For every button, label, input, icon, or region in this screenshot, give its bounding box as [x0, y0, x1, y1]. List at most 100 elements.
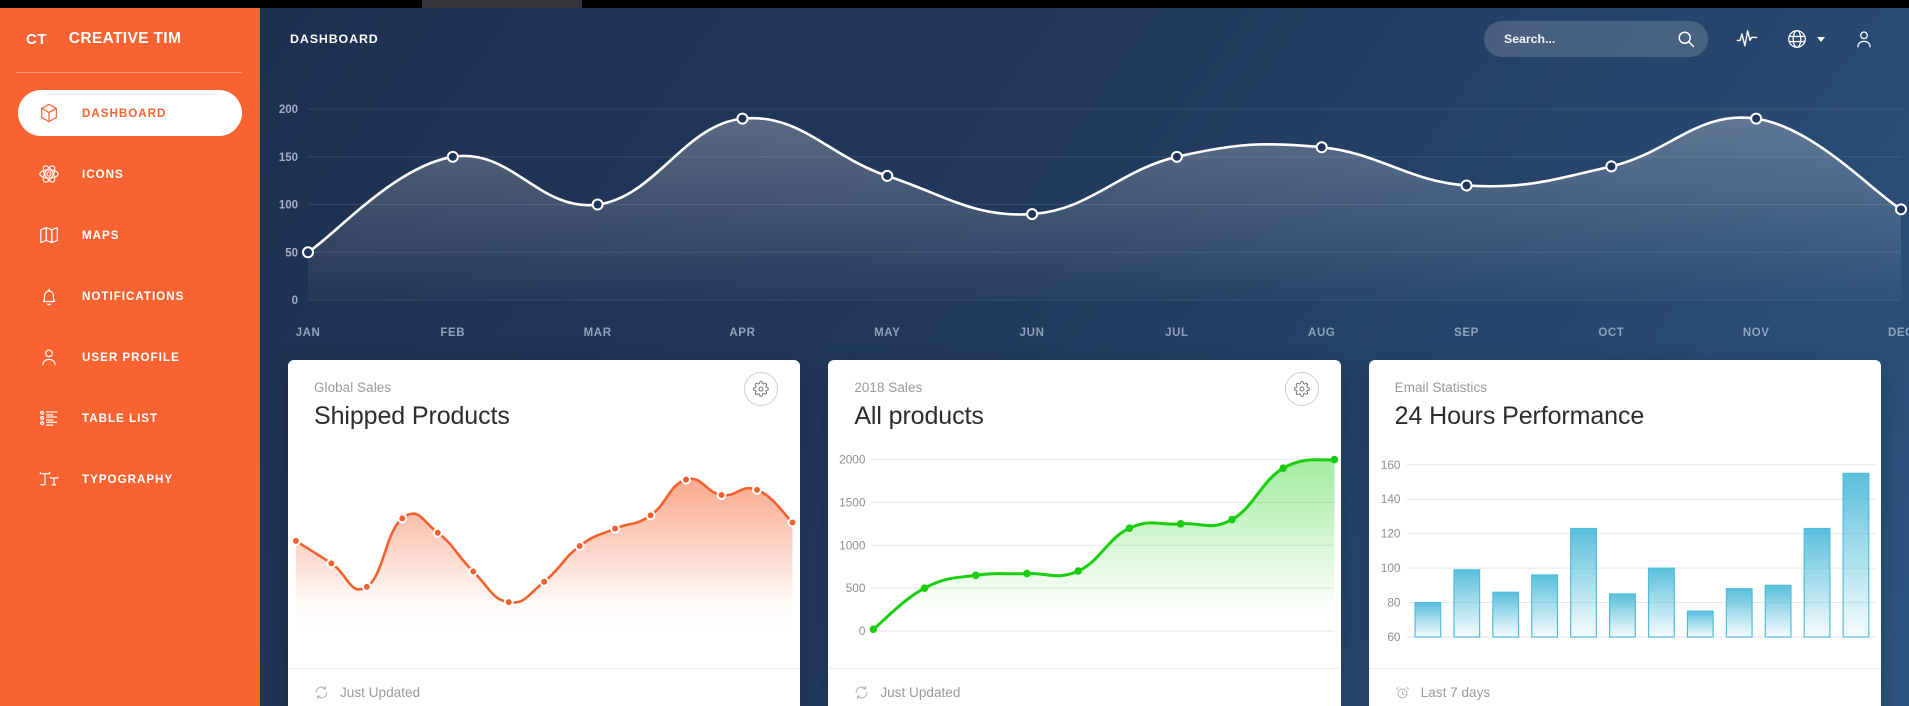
search-box[interactable] — [1484, 21, 1708, 57]
card-all-products: 2018 Sales All products 0 500 1000 1500 2000 — [828, 360, 1341, 706]
card-eyebrow: Email Statistics — [1394, 380, 1488, 395]
sidebar-item-notifications[interactable]: NOTIFICATIONS — [18, 273, 242, 319]
sidebar-label-typography: TYPOGRAPHY — [82, 472, 174, 486]
account-user-icon[interactable] — [1853, 28, 1875, 50]
all-products-chart[interactable]: 0 500 1000 1500 2000 — [828, 441, 1340, 649]
search-input[interactable] — [1504, 32, 1669, 46]
main-panel: DASHBOARD Search... 0 50 100 150 200 JAN… — [260, 8, 1909, 706]
svg-text:50: 50 — [285, 247, 298, 259]
sidebar-label-maps: MAPS — [82, 228, 120, 242]
svg-text:AUG: AUG — [1308, 327, 1335, 339]
svg-text:500: 500 — [846, 581, 866, 595]
svg-text:JUN: JUN — [1020, 327, 1045, 339]
map-icon — [38, 224, 60, 246]
svg-text:SEP: SEP — [1454, 327, 1479, 339]
brand-mark: CT — [26, 30, 47, 48]
app-root: CT CREATIVE TIM DASHBOARD ICONS MAPS NOT… — [0, 0, 1909, 706]
card-title: 24 Hours Performance — [1394, 402, 1645, 430]
line-chart-svg: 0 500 1000 1500 2000 — [839, 452, 1339, 638]
gear-icon[interactable] — [1284, 372, 1319, 406]
gear-icon[interactable] — [744, 372, 779, 406]
refresh-icon — [314, 685, 329, 700]
svg-text:MAY: MAY — [874, 327, 900, 339]
search-icon[interactable] — [1675, 28, 1697, 50]
cards-row: Global Sales Shipped Products Just Updat… — [260, 360, 1909, 706]
atom-icon — [38, 163, 60, 185]
browser-tab[interactable] — [422, 0, 582, 8]
card-24h-performance: Email Statistics 24 Hours Performance 60… — [1368, 360, 1881, 706]
typography-icon — [38, 468, 60, 490]
card-title: Shipped Products — [314, 402, 510, 430]
hero-chart-svg: 0 50 100 150 200 JAN FEB MAR APR MAY JUN JUL AUG SEP O… — [279, 104, 1909, 339]
svg-text:160: 160 — [1380, 458, 1400, 472]
chevron-down-icon[interactable] — [1817, 36, 1825, 42]
24h-performance-chart[interactable]: 60 80 100 120 140 160 — [1369, 441, 1881, 649]
top-navbar: DASHBOARD — [260, 8, 1909, 70]
card-footer-text: Last 7 days — [1420, 685, 1491, 700]
sidebar-label-table-list: TABLE LIST — [82, 411, 159, 425]
svg-text:80: 80 — [1387, 595, 1401, 609]
bell-icon — [38, 285, 60, 307]
sidebar-label-notifications: NOTIFICATIONS — [82, 289, 185, 303]
card-header: Email Statistics 24 Hours Performance — [1369, 360, 1881, 431]
svg-text:140: 140 — [1380, 492, 1400, 506]
svg-text:100: 100 — [1380, 561, 1400, 575]
card-header: 2018 Sales All products — [828, 360, 1340, 431]
sidebar-label-icons: ICONS — [82, 167, 124, 181]
svg-text:100: 100 — [279, 200, 298, 212]
sidebar-item-dashboard[interactable]: DASHBOARD — [18, 90, 242, 136]
sidebar-item-icons[interactable]: ICONS — [18, 151, 242, 197]
sidebar-item-table-list[interactable]: TABLE LIST — [18, 395, 242, 441]
svg-text:150: 150 — [279, 152, 298, 164]
shipped-products-chart[interactable] — [288, 441, 800, 649]
user-icon — [38, 346, 60, 368]
sidebar-label-user-profile: USER PROFILE — [82, 350, 180, 364]
card-footer-text: Just Updated — [880, 685, 961, 700]
svg-text:APR: APR — [729, 327, 755, 339]
brand-name: CREATIVE TIM — [68, 30, 182, 47]
bar-chart-svg: 60 80 100 120 140 160 — [1380, 458, 1876, 644]
hero-chart[interactable]: 0 50 100 150 200 JAN FEB MAR APR MAY JUN JUL AUG SEP O… — [260, 70, 1909, 360]
sidebar-nav: DASHBOARD ICONS MAPS NOTIFICATIONS USER … — [0, 90, 260, 502]
svg-text:0: 0 — [859, 624, 866, 638]
page-title: DASHBOARD — [290, 32, 379, 46]
svg-text:1000: 1000 — [839, 538, 866, 552]
sidebar-item-typography[interactable]: TYPOGRAPHY — [18, 456, 242, 502]
card-title: All products — [854, 402, 984, 430]
navbar-actions — [1484, 8, 1875, 70]
line-chart-svg — [290, 474, 798, 643]
cube-icon — [38, 102, 60, 124]
svg-text:1500: 1500 — [839, 495, 866, 509]
svg-text:JAN: JAN — [296, 327, 321, 339]
card-footer: Just Updated — [288, 668, 801, 706]
card-footer: Just Updated — [828, 668, 1341, 706]
card-eyebrow: Global Sales — [314, 380, 392, 395]
svg-text:60: 60 — [1387, 630, 1401, 644]
sidebar-label-dashboard: DASHBOARD — [82, 106, 167, 120]
card-footer-text: Just Updated — [340, 685, 421, 700]
svg-text:NOV: NOV — [1743, 327, 1770, 339]
svg-text:120: 120 — [1380, 527, 1400, 541]
svg-text:200: 200 — [279, 104, 298, 116]
svg-text:DEC: DEC — [1888, 327, 1909, 339]
card-shipped-products: Global Sales Shipped Products Just Updat… — [288, 360, 801, 706]
svg-text:2000: 2000 — [839, 452, 866, 466]
svg-text:FEB: FEB — [440, 327, 465, 339]
card-eyebrow: 2018 Sales — [854, 380, 923, 395]
brand-divider — [16, 72, 242, 73]
browser-chrome-strip — [0, 0, 1909, 8]
alarm-clock-icon — [1395, 685, 1410, 700]
svg-text:OCT: OCT — [1598, 327, 1624, 339]
svg-text:0: 0 — [292, 295, 298, 307]
sidebar-item-maps[interactable]: MAPS — [18, 212, 242, 258]
activity-pulse-icon[interactable] — [1736, 28, 1758, 50]
sidebar: CT CREATIVE TIM DASHBOARD ICONS MAPS NOT… — [0, 8, 260, 706]
card-header: Global Sales Shipped Products — [288, 360, 800, 431]
brand[interactable]: CT CREATIVE TIM — [0, 8, 260, 70]
svg-text:MAR: MAR — [584, 327, 612, 339]
globe-icon[interactable] — [1786, 28, 1808, 50]
bullet-list-icon — [38, 407, 60, 429]
svg-text:JUL: JUL — [1165, 327, 1189, 339]
card-footer: Last 7 days — [1368, 668, 1881, 706]
sidebar-item-user-profile[interactable]: USER PROFILE — [18, 334, 242, 380]
